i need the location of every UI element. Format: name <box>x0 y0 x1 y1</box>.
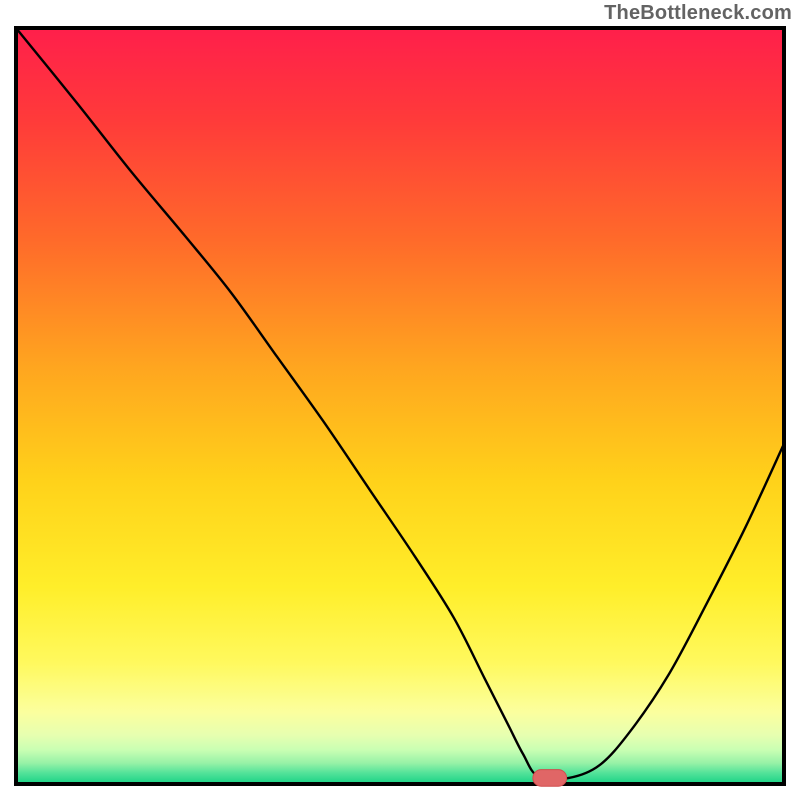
chart-svg <box>0 0 800 800</box>
chart-stage: TheBottleneck.com <box>0 0 800 800</box>
optimum-marker <box>533 770 567 787</box>
plot-background <box>16 28 784 784</box>
